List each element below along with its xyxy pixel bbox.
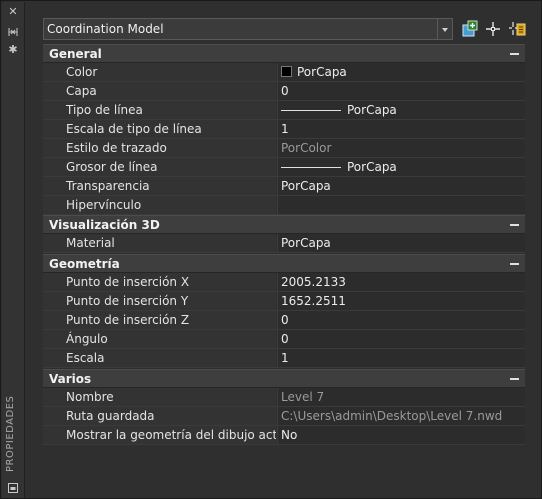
chevron-down-icon[interactable] [437, 19, 452, 39]
object-type-select[interactable]: Coordination Model [43, 18, 453, 40]
section-geometry[interactable]: Geometría [43, 254, 525, 273]
crosshair-icon [486, 22, 500, 36]
property-label: Color [43, 63, 276, 81]
property-value[interactable]: PorCapa [277, 101, 525, 119]
property-value[interactable]: 1 [277, 120, 525, 138]
property-value[interactable]: PorCapa [277, 177, 525, 195]
property-label: Hipervínculo [43, 196, 276, 214]
property-value: PorColor [277, 139, 525, 157]
section-misc[interactable]: Varios [43, 369, 525, 388]
property-label: Material [43, 234, 276, 252]
lineweight-preview-icon [281, 167, 341, 168]
property-row-insertion-z[interactable]: Punto de inserción Z 0 [43, 311, 525, 330]
property-label: Capa [43, 82, 276, 100]
property-row-hyperlink[interactable]: Hipervínculo [43, 196, 525, 215]
property-value: Level 7 [277, 388, 525, 406]
property-label: Nombre [43, 388, 276, 406]
property-value[interactable]: 0 [277, 330, 525, 348]
property-label: Estilo de trazado [43, 139, 276, 157]
section-title: Geometría [49, 257, 120, 271]
collapse-icon[interactable] [510, 263, 519, 265]
section-3d-visualization[interactable]: Visualización 3D [43, 215, 525, 234]
property-row-insertion-x[interactable]: Punto de inserción X 2005.2133 [43, 273, 525, 292]
object-type-value: Coordination Model [47, 22, 164, 36]
property-label: Ángulo [43, 330, 276, 348]
property-value[interactable]: PorCapa [277, 63, 525, 81]
palette-title: PROPIEDADES [5, 395, 16, 473]
section-title: General [49, 47, 102, 61]
property-value[interactable]: 0 [277, 82, 525, 100]
property-row-linetype[interactable]: Tipo de línea PorCapa [43, 101, 525, 120]
property-label: Ruta guardada [43, 407, 276, 425]
color-swatch-icon [281, 66, 292, 77]
property-value[interactable]: PorCapa [277, 234, 525, 252]
toggle-pickadd-button[interactable] [460, 19, 480, 39]
auto-hide-icon[interactable] [7, 26, 19, 38]
property-row-show-geometry[interactable]: Mostrar la geometría del dibujo act... N… [43, 426, 525, 445]
property-row-material[interactable]: Material PorCapa [43, 234, 525, 253]
quick-select-icon [509, 22, 526, 36]
property-grid: General Color PorCapa Capa 0 Tipo de lín… [43, 44, 525, 445]
collapse-icon[interactable] [510, 378, 519, 380]
collapse-icon[interactable] [510, 224, 519, 226]
property-label: Tipo de línea [43, 101, 276, 119]
property-value[interactable]: No [277, 426, 525, 444]
section-general[interactable]: General [43, 44, 525, 63]
pickadd-icon [462, 20, 478, 37]
property-value-text: PorCapa [297, 65, 347, 79]
property-value[interactable]: PorCapa [277, 158, 525, 176]
property-label: Punto de inserción Y [43, 292, 276, 310]
property-label: Transparencia [43, 177, 276, 195]
property-value: C:\Users\admin\Desktop\Level 7.nwd [277, 407, 525, 425]
property-value-text: PorCapa [347, 103, 397, 117]
property-label: Grosor de línea [43, 158, 276, 176]
property-value[interactable]: 1 [277, 349, 525, 367]
property-row-linetype-scale[interactable]: Escala de tipo de línea 1 [43, 120, 525, 139]
palette-title-bar[interactable]: ✕ ✱ PROPIEDADES [2, 2, 25, 498]
property-row-layer[interactable]: Capa 0 [43, 82, 525, 101]
settings-icon[interactable]: ✱ [7, 44, 19, 56]
properties-icon[interactable] [7, 482, 19, 494]
property-value-text: PorCapa [347, 160, 397, 174]
property-row-color[interactable]: Color PorCapa [43, 63, 525, 82]
section-title: Visualización 3D [49, 218, 160, 232]
property-label: Escala de tipo de línea [43, 120, 276, 138]
property-value[interactable] [277, 196, 525, 214]
property-value[interactable]: 0 [277, 311, 525, 329]
property-row-transparency[interactable]: Transparencia PorCapa [43, 177, 525, 196]
section-title: Varios [49, 372, 92, 386]
linetype-preview-icon [281, 110, 341, 111]
properties-palette: ✕ ✱ PROPIEDADES Coordination Model Gener… [0, 0, 542, 499]
property-value[interactable]: 1652.2511 [277, 292, 525, 310]
property-value[interactable]: 2005.2133 [277, 273, 525, 291]
property-label: Punto de inserción Z [43, 311, 276, 329]
property-label: Escala [43, 349, 276, 367]
property-row-scale[interactable]: Escala 1 [43, 349, 525, 368]
collapse-icon[interactable] [510, 53, 519, 55]
property-row-angle[interactable]: Ángulo 0 [43, 330, 525, 349]
property-label: Punto de inserción X [43, 273, 276, 291]
property-label: Mostrar la geometría del dibujo act... [43, 426, 276, 444]
quick-select-button[interactable] [507, 19, 527, 39]
select-objects-button[interactable] [483, 19, 503, 39]
property-row-plot-style[interactable]: Estilo de trazado PorColor [43, 139, 525, 158]
palette-content: Coordination Model General Color PorCapa… [25, 2, 540, 497]
property-row-saved-path[interactable]: Ruta guardada C:\Users\admin\Desktop\Lev… [43, 407, 525, 426]
property-row-lineweight[interactable]: Grosor de línea PorCapa [43, 158, 525, 177]
close-icon[interactable]: ✕ [7, 6, 19, 18]
property-row-insertion-y[interactable]: Punto de inserción Y 1652.2511 [43, 292, 525, 311]
property-row-name[interactable]: Nombre Level 7 [43, 388, 525, 407]
